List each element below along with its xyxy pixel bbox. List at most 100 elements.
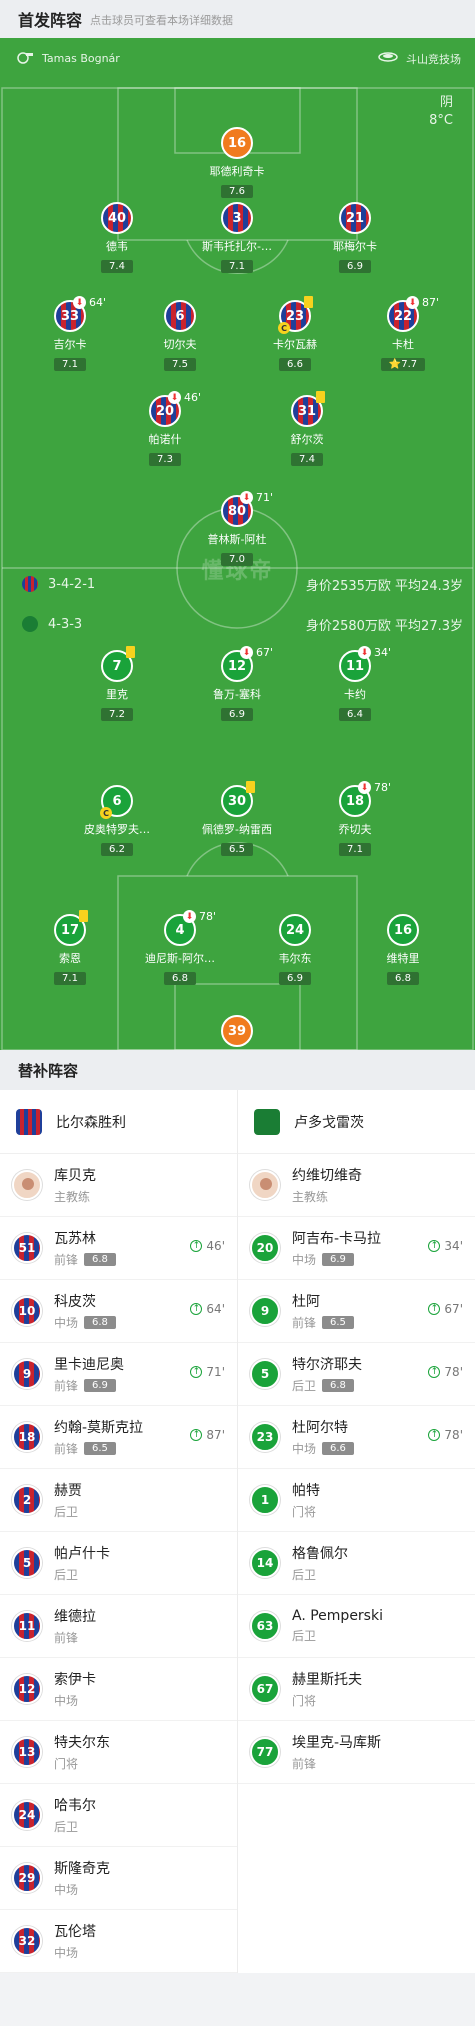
- sub-player-row[interactable]: 20 阿吉布-卡马拉 中场 6.9 ↑ 34': [238, 1217, 475, 1280]
- sub-player-row[interactable]: 1 帕特 门将: [238, 1469, 475, 1532]
- sub-player-info: 赫里斯托夫 门将: [292, 1669, 362, 1709]
- sub-player-row[interactable]: 63 A. Pemperski 后卫: [238, 1595, 475, 1658]
- sub-player-row[interactable]: 14 格鲁佩尔 后卫: [238, 1532, 475, 1595]
- player-home[interactable]: 80 ⬇ 71' 普林斯-阿杜 7.0: [182, 491, 292, 566]
- player-away[interactable]: 4 ⬇ 78' 迪尼斯-阿尔… 6.8: [125, 910, 235, 985]
- player-rating: 7.3: [149, 453, 181, 466]
- sub-in-minute: 64': [206, 1302, 225, 1316]
- lineup-header: 首发阵容 点击球员可查看本场详细数据: [0, 0, 475, 38]
- player-rating: 7.1: [339, 843, 371, 856]
- player-home[interactable]: 31 舒尔茨 7.4: [252, 391, 362, 466]
- sub-player-row[interactable]: 12 索伊卡 中场: [0, 1658, 237, 1721]
- player-home[interactable]: 33 ⬇ 64' 吉尔卡 7.1: [15, 296, 125, 371]
- player-away[interactable]: 11 ⬇ 34' 卡约 6.4: [300, 646, 410, 721]
- best-player-icon: ⭐: [388, 359, 402, 370]
- home-coach-row[interactable]: 库贝克 主教练: [0, 1154, 237, 1217]
- player-away[interactable]: 17 索恩 7.1: [15, 910, 125, 985]
- weather: 阴 8°C: [429, 94, 453, 130]
- player-home[interactable]: 22 ⬇ 87' 卡杜 ⭐7.7: [348, 296, 458, 371]
- sub-player-position: 门将: [54, 1757, 79, 1771]
- player-away[interactable]: 39邦曼7.6: [182, 1015, 292, 1050]
- sub-player-position: 门将: [292, 1694, 317, 1708]
- sub-in-minute: 71': [206, 1365, 225, 1379]
- player-home[interactable]: 16 耶德利奇卡 7.6: [182, 127, 292, 198]
- sub-number-badge: 77: [250, 1737, 280, 1767]
- home-subs-team[interactable]: 比尔森胜利: [0, 1090, 237, 1154]
- sub-in-minute: 34': [444, 1239, 463, 1253]
- sub-out-indicator: ⬇ 87': [406, 296, 439, 309]
- away-subs-team[interactable]: 卢多戈雷茨: [238, 1090, 475, 1154]
- sub-number-badge: 13: [12, 1737, 42, 1767]
- sub-player-position: 前锋: [292, 1316, 317, 1330]
- player-home[interactable]: 3 斯韦托扎尔-… 7.1: [182, 202, 292, 273]
- player-number-badge: 3: [221, 202, 253, 234]
- sub-player-name: 帕卢什卡: [54, 1546, 110, 1562]
- player-number-badge: 16: [221, 127, 253, 159]
- sub-player-name: 斯隆奇克: [54, 1861, 110, 1877]
- sub-player-info: 维德拉 前锋: [54, 1606, 96, 1646]
- player-home[interactable]: 21 耶梅尔卡 6.9: [300, 202, 410, 273]
- sub-out-minute: 78': [374, 781, 392, 794]
- sub-in-icon: ↑: [428, 1303, 441, 1315]
- player-home[interactable]: 23 C 卡尔瓦赫 6.6: [240, 296, 350, 371]
- player-away[interactable]: 6 C 皮奥特罗夫… 6.2: [62, 785, 172, 856]
- sub-player-row[interactable]: 32 瓦伦塔 中场: [0, 1910, 237, 1973]
- sub-player-row[interactable]: 29 斯隆奇克中场: [0, 1847, 237, 1910]
- sub-in-indicator: ↑ 78': [428, 1428, 463, 1442]
- player-away[interactable]: 7 里克 7.2: [62, 646, 172, 721]
- sub-number-badge: 9: [12, 1359, 42, 1389]
- player-away[interactable]: 24 韦尔东 6.9: [240, 914, 350, 985]
- sub-in-indicator: ↑ 46': [190, 1239, 225, 1253]
- sub-player-name: 赫里斯托夫: [292, 1672, 362, 1688]
- sub-player-row[interactable]: 11 维德拉 前锋: [0, 1595, 237, 1658]
- sub-in-indicator: ↑ 64': [190, 1302, 225, 1316]
- sub-player-row[interactable]: 10 科皮茨 中场 6.8 ↑ 64': [0, 1280, 237, 1343]
- sub-player-position: 中场: [292, 1253, 317, 1267]
- away-coach-row[interactable]: 约维切维奇 主教练: [238, 1154, 475, 1217]
- player-home[interactable]: 40 德韦 7.4: [62, 202, 172, 273]
- sub-player-position: 中场: [292, 1442, 317, 1456]
- sub-player-row[interactable]: 9 杜阿 前锋 6.5 ↑ 67': [238, 1280, 475, 1343]
- sub-player-info: 约翰-莫斯克拉 前锋 6.5: [54, 1417, 143, 1457]
- player-name: 德韦: [106, 240, 128, 253]
- sub-player-row[interactable]: 77 埃里克-马库斯 前锋: [238, 1721, 475, 1784]
- player-rating: 6.4: [339, 708, 371, 721]
- sub-player-position: 前锋: [54, 1442, 79, 1456]
- sub-player-row[interactable]: 67 赫里斯托夫 门将: [238, 1658, 475, 1721]
- sub-in-indicator: ↑ 78': [428, 1365, 463, 1379]
- player-home[interactable]: 20 ⬇ 46' 帕诺什 7.3: [110, 391, 220, 466]
- sub-in-icon: ↑: [190, 1303, 203, 1315]
- sub-player-info: 特夫尔东 门将: [54, 1732, 110, 1772]
- sub-number-badge: 51: [12, 1233, 42, 1263]
- player-away[interactable]: 12 ⬇ 67' 鲁万-塞科 6.9: [182, 646, 292, 721]
- weather-temperature: 8°C: [429, 113, 453, 128]
- sub-player-row[interactable]: 5 特尔济耶夫 后卫 6.8 ↑ 78': [238, 1343, 475, 1406]
- sub-player-row[interactable]: 13 特夫尔东 门将: [0, 1721, 237, 1784]
- player-rating: ⭐7.7: [380, 358, 426, 371]
- sub-player-row[interactable]: 51 瓦苏林 前锋 6.8 ↑ 46': [0, 1217, 237, 1280]
- sub-out-indicator: ⬇ 71': [240, 491, 273, 504]
- sub-player-row[interactable]: 18 约翰-莫斯克拉 前锋 6.5 ↑ 87': [0, 1406, 237, 1469]
- sub-player-position: 后卫: [54, 1820, 79, 1834]
- player-rating: 6.8: [387, 972, 419, 985]
- sub-player-meta: 中场: [54, 1692, 96, 1709]
- player-away[interactable]: 16 维特里 6.8: [348, 914, 458, 985]
- sub-player-row[interactable]: 24 哈韦尔 后卫: [0, 1784, 237, 1847]
- sub-player-meta: 后卫: [54, 1818, 96, 1835]
- sub-player-row[interactable]: 9 里卡迪尼奥 前锋 6.9 ↑ 71': [0, 1343, 237, 1406]
- player-away[interactable]: 30 佩德罗-纳雷西 6.5: [182, 781, 292, 856]
- sub-number-badge: 29: [12, 1863, 42, 1893]
- sub-player-meta: 中场: [54, 1881, 110, 1898]
- venue-name: 斗山竞技场: [406, 52, 461, 66]
- sub-player-row[interactable]: 5 帕卢什卡 后卫: [0, 1532, 237, 1595]
- sub-player-row[interactable]: 2 赫贾 后卫: [0, 1469, 237, 1532]
- player-home[interactable]: 6 切尔夫 7.5: [125, 300, 235, 371]
- sub-player-position: 门将: [292, 1505, 317, 1519]
- sub-player-row[interactable]: 23 杜阿尔特 中场 6.6 ↑ 78': [238, 1406, 475, 1469]
- sub-player-rating: 6.8: [84, 1316, 116, 1329]
- player-away[interactable]: 18 ⬇ 78' 乔切夫 7.1: [300, 781, 410, 856]
- coach-avatar: [250, 1170, 280, 1200]
- sub-player-meta: 前锋: [292, 1755, 381, 1772]
- yellow-card-icon: [126, 646, 135, 658]
- away-coach-role: 主教练: [292, 1190, 329, 1204]
